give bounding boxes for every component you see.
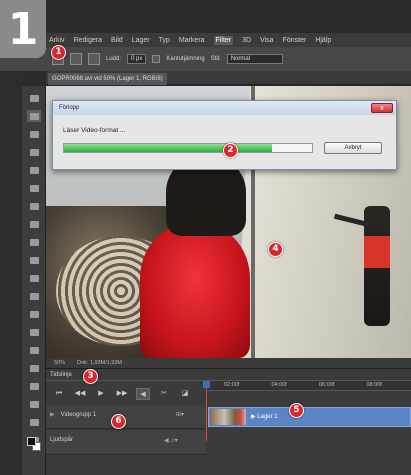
gradient-tool-icon[interactable]	[27, 290, 41, 302]
document-size: Dok: 1,93M/1,93M	[77, 360, 122, 366]
dialog-message: Läser Video-format ...	[63, 127, 126, 134]
ruler-tick-label: 02:00f	[224, 382, 240, 388]
history-brush-tool-icon[interactable]	[27, 254, 41, 266]
menu-item-typ[interactable]: Typ	[159, 37, 170, 44]
dialog-title: Förlopp	[59, 105, 80, 111]
status-bar: 50% Dok: 1,93M/1,93M	[46, 358, 411, 368]
step-badge: 1	[0, 0, 46, 58]
cancel-button[interactable]: Avbryt	[324, 142, 382, 154]
zoom-level[interactable]: 50%	[54, 360, 65, 366]
pen-tool-icon[interactable]	[27, 344, 41, 356]
audio-track-header	[46, 431, 206, 455]
style-select[interactable]: Normal	[226, 54, 283, 64]
menu-item-arkiv[interactable]: Arkiv	[49, 37, 65, 44]
subtract-selection-icon[interactable]	[88, 53, 100, 65]
progress-fill	[64, 144, 273, 152]
stamp-tool-icon[interactable]	[27, 236, 41, 248]
photoshop-window: 1 Arkiv Redigera Bild Lager Typ Markera Filter…	[0, 0, 411, 475]
menu-item-bild[interactable]: Bild	[111, 37, 123, 44]
lasso-tool-icon[interactable]	[27, 128, 41, 140]
callout-marker-6: 6	[111, 414, 126, 429]
next-frame-icon[interactable]: ▶▶	[115, 388, 129, 400]
audio-toggle-icon[interactable]: ◀	[136, 388, 150, 400]
playhead-handle[interactable]	[203, 381, 210, 388]
hand-tool-icon[interactable]	[27, 416, 41, 428]
healing-tool-icon[interactable]	[27, 200, 41, 212]
move-tool-icon[interactable]	[27, 92, 41, 104]
document-tab[interactable]: GOPR0068.avi vid 50% (Lager 1, RGB/8)	[48, 73, 167, 85]
blur-tool-icon[interactable]	[27, 308, 41, 320]
add-selection-icon[interactable]	[70, 53, 82, 65]
antialias-label: Kantutjämning	[166, 56, 205, 62]
timeline-title: Tidslinje	[50, 372, 72, 378]
callout-marker-5: 5	[289, 403, 304, 418]
play-icon[interactable]: ▶	[94, 388, 108, 400]
previous-frame-icon[interactable]: ◀◀	[73, 388, 87, 400]
feather-input[interactable]: 0 px	[127, 54, 147, 64]
menu-item-fönster[interactable]: Fönster	[283, 37, 307, 44]
dodge-tool-icon[interactable]	[27, 326, 41, 338]
feather-label: Ludd:	[106, 56, 122, 62]
marquee-tool-icon[interactable]	[27, 110, 41, 122]
document-tab-bar: GOPR0068.avi vid 50% (Lager 1, RGB/8)	[46, 71, 411, 85]
dialog-titlebar: Förlopp x	[53, 101, 396, 115]
video-track-label[interactable]: ▶ Videogrupp 1	[50, 411, 96, 418]
eyedropper-tool-icon[interactable]	[27, 182, 41, 194]
time-ruler[interactable]: 02:00f 04:00f 06:00f 08:00f	[206, 381, 411, 391]
menu-item-hjälp[interactable]: Hjälp	[315, 37, 331, 44]
menu-item-markera[interactable]: Markera	[179, 37, 205, 44]
transport-controls: ⏮ ◀◀ ▶ ▶▶ ◀ ✂ ◪	[52, 386, 192, 402]
style-label: Stil:	[210, 56, 221, 62]
callout-marker-1: 1	[51, 45, 66, 60]
shape-tool-icon[interactable]	[27, 398, 41, 410]
ruler-tick-label: 04:00f	[271, 382, 287, 388]
split-at-playhead-icon[interactable]: ✂	[157, 388, 171, 400]
left-edge-strip	[0, 58, 22, 475]
foreground-color-swatch[interactable]	[27, 437, 36, 446]
menu-item-redigera[interactable]: Redigera	[74, 37, 102, 44]
menu-item-lager[interactable]: Lager	[132, 37, 150, 44]
sailor-right-vest	[364, 236, 390, 268]
clip-label: ▶ Lager 1	[251, 414, 278, 420]
clip-thumbnail	[210, 409, 246, 425]
add-media-icon[interactable]: ⊞▾	[176, 411, 184, 418]
tools-panel	[22, 86, 46, 475]
ruler-tick-label: 08:00f	[366, 382, 382, 388]
antialias-checkbox[interactable]	[152, 55, 161, 63]
menu-item-visa[interactable]: Visa	[260, 37, 274, 44]
type-tool-icon[interactable]	[27, 362, 41, 374]
menu-item-3d[interactable]: 3D	[242, 37, 251, 44]
path-select-tool-icon[interactable]	[27, 380, 41, 392]
video-clip[interactable]: ▶ Lager 1	[208, 407, 411, 427]
go-to-first-frame-icon[interactable]: ⏮	[52, 388, 66, 400]
quick-select-tool-icon[interactable]	[27, 146, 41, 158]
sailor-red-jacket	[140, 226, 250, 358]
playhead-line	[206, 381, 207, 441]
audio-track-row: Ljudspår ◀ ♫▾	[46, 431, 411, 455]
expand-arrow-icon[interactable]: ▶	[50, 412, 55, 418]
audio-controls-icon[interactable]: ◀ ♫▾	[164, 437, 178, 444]
callout-marker-4: 4	[268, 242, 283, 257]
ruler-tick-label: 06:00f	[319, 382, 335, 388]
timeline-panel: Tidslinje ⏮ ◀◀ ▶ ▶▶ ◀ ✂ ◪ 02:00f 04:00f 06…	[46, 368, 411, 475]
video-track-row: ▶ Videogrupp 1 ⊞▾ ▶ Lager 1	[46, 405, 411, 429]
video-track-name: Videogrupp 1	[60, 412, 97, 418]
crop-tool-icon[interactable]	[27, 164, 41, 176]
menu-bar: Arkiv Redigera Bild Lager Typ Markera Filter 3D…	[46, 33, 411, 47]
callout-marker-2: 2	[223, 143, 238, 158]
eraser-tool-icon[interactable]	[27, 272, 41, 284]
clip-name: Lager 1	[257, 414, 278, 420]
progress-bar	[63, 143, 313, 153]
brush-tool-icon[interactable]	[27, 218, 41, 230]
progress-dialog: Förlopp x Läser Video-format ... Avbryt	[52, 100, 397, 170]
transition-icon[interactable]: ◪	[178, 388, 192, 400]
dialog-close-button[interactable]: x	[371, 103, 393, 113]
callout-marker-3: 3	[83, 369, 98, 384]
audio-track-label[interactable]: Ljudspår	[50, 437, 73, 443]
menu-item-filter[interactable]: Filter	[213, 35, 234, 45]
